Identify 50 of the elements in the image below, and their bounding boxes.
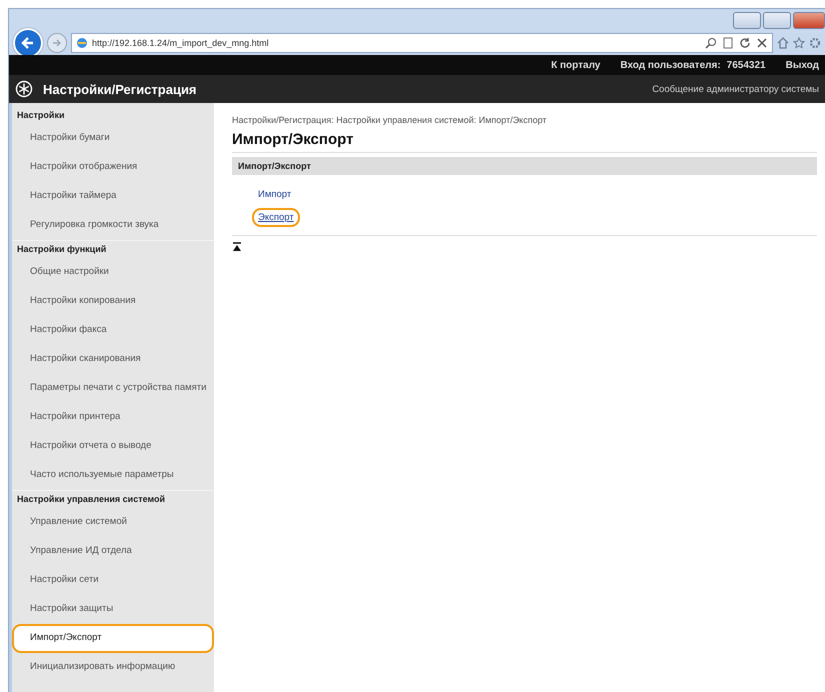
page-icon[interactable]: [722, 37, 734, 49]
sidebar-item[interactable]: Настройки бумаги: [12, 124, 214, 153]
section-header: Импорт/Экспорт: [232, 157, 817, 175]
minimize-button[interactable]: [733, 12, 761, 28]
settings-icon[interactable]: [809, 37, 821, 49]
close-button[interactable]: [793, 12, 825, 28]
home-icon[interactable]: [777, 37, 789, 49]
sidebar-item[interactable]: Импорт/Экспорт: [12, 624, 214, 653]
admin-message-link[interactable]: Сообщение администратору системы: [652, 84, 819, 94]
sidebar-item[interactable]: Управление ИД отдела: [12, 537, 214, 566]
stop-icon[interactable]: [756, 37, 768, 49]
search-icon[interactable]: [705, 37, 717, 49]
breadcrumb: Настройки/Регистрация: Настройки управления системой: Импорт/Экспорт: [232, 115, 548, 125]
back-button[interactable]: [13, 28, 43, 58]
sidebar-item[interactable]: Настройки отображения: [12, 153, 214, 182]
sidebar-item[interactable]: Управление системой: [12, 508, 214, 537]
link[interactable]: Экспорт: [252, 208, 300, 227]
sidebar-item[interactable]: Настройки сети: [12, 566, 214, 595]
sidebar-item[interactable]: Настройки факса: [12, 316, 214, 345]
address-field[interactable]: http://192.168.1.24/m_import_dev_mng.html: [71, 33, 773, 53]
sidebar-item[interactable]: Часто используемые параметры: [12, 461, 214, 490]
sidebar-group-title: Настройки функций: [12, 240, 214, 258]
logout-link[interactable]: Выход: [786, 60, 819, 70]
scroll-to-top-icon[interactable]: [232, 242, 242, 252]
asterisk-circle-icon: [15, 80, 33, 98]
star-icon[interactable]: [793, 37, 805, 49]
sidebar-item[interactable]: Настройки таймера: [12, 182, 214, 211]
right-arrow-icon: [52, 38, 62, 48]
sidebar-item[interactable]: Инициализировать информацию: [12, 653, 214, 682]
sidebar-group-title: Настройки управления системой: [12, 490, 214, 508]
user-id: 7654321: [726, 60, 766, 70]
globe-icon: [76, 37, 88, 49]
sidebar-item[interactable]: Настройки отчета о выводе: [12, 432, 214, 461]
link[interactable]: Импорт: [252, 185, 298, 204]
maximize-button[interactable]: [763, 12, 791, 28]
page-title: Импорт/Экспорт: [232, 131, 817, 153]
sidebar-item[interactable]: Параметры печати с устройства памяти: [12, 374, 214, 403]
refresh-icon[interactable]: [739, 37, 751, 49]
sidebar-item[interactable]: Настройки сканирования: [12, 345, 214, 374]
sidebar-item[interactable]: Настройки принтера: [12, 403, 214, 432]
sidebar-group-title: Настройки: [16, 109, 66, 122]
user-label: Вход пользователя:: [620, 60, 721, 70]
left-arrow-icon: [21, 36, 35, 50]
forward-button[interactable]: [47, 33, 67, 53]
sidebar-item[interactable]: Регулировка громкости звука: [12, 211, 214, 240]
header-title: Настройки/Регистрация: [43, 82, 197, 96]
sidebar-item[interactable]: Настройки защиты: [12, 595, 214, 624]
portal-link[interactable]: К порталу: [551, 60, 600, 70]
sidebar-item[interactable]: Общие настройки: [12, 258, 214, 287]
sidebar-item[interactable]: Настройки копирования: [12, 287, 214, 316]
